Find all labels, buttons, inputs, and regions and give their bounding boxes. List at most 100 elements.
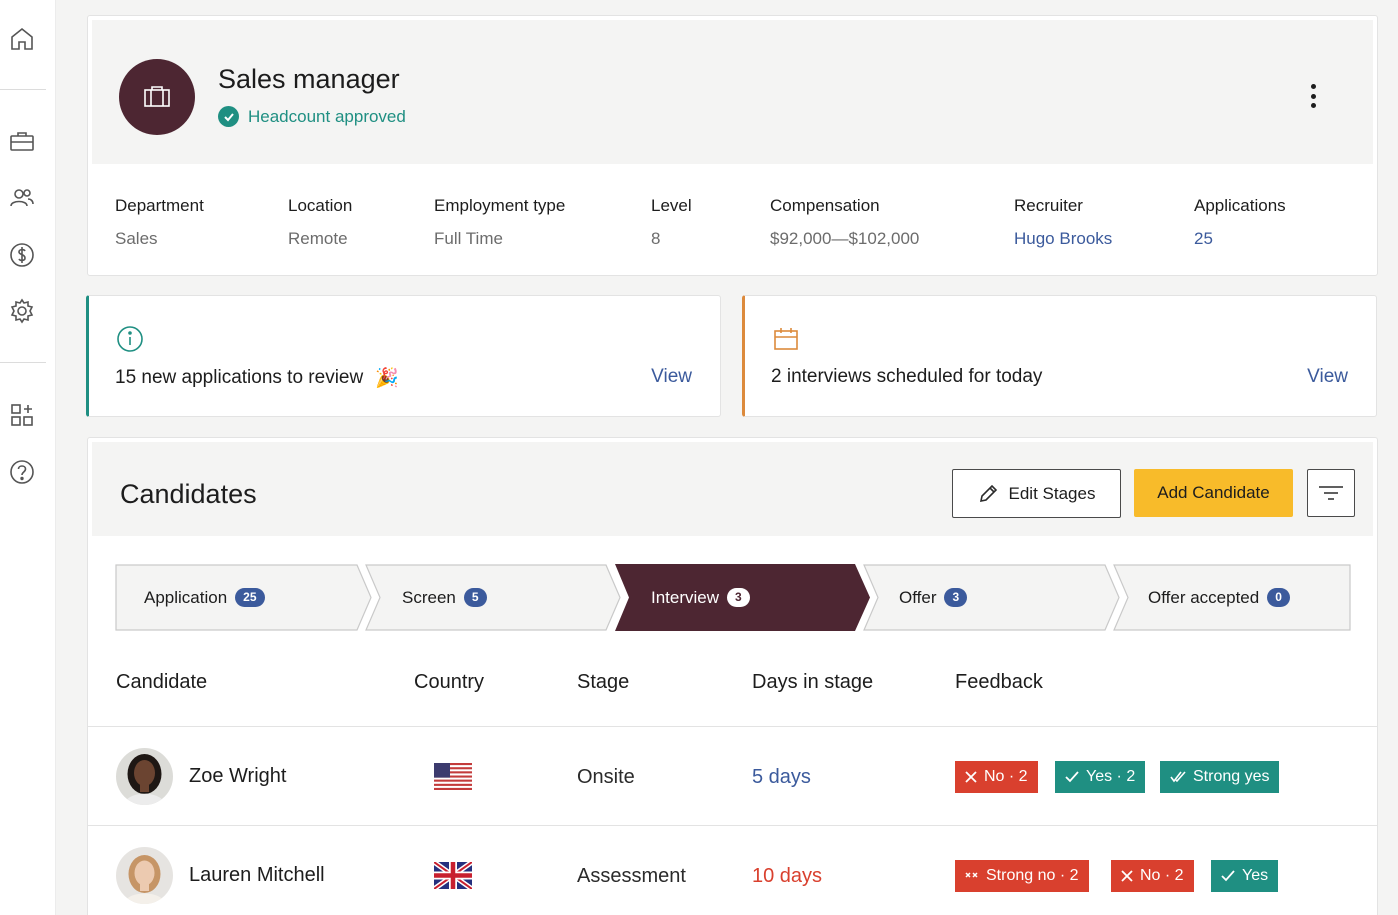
briefcase-icon xyxy=(144,86,170,107)
feedback-label: No · 2 xyxy=(1140,867,1184,884)
stage-tab-offer[interactable]: Offer 3 xyxy=(899,564,968,631)
interviews-notice: 2 interviews scheduled for today View xyxy=(742,295,1377,417)
new-applications-notice: 15 new applications to review 🎉 View xyxy=(86,295,721,417)
view-applications-link[interactable]: View xyxy=(651,366,692,388)
stage-pipeline: Application 25 Screen 5 Interview 3 Offe… xyxy=(115,564,1351,631)
recruiter-link[interactable]: Hugo Brooks xyxy=(1014,229,1112,249)
job-avatar xyxy=(119,59,195,135)
column-header-country[interactable]: Country xyxy=(414,671,484,694)
check-circle-icon xyxy=(218,106,239,127)
people-icon[interactable] xyxy=(8,184,36,212)
table-row[interactable]: Zoe Wright Onsite 5 days No · 2 Yes · 2 … xyxy=(88,726,1377,825)
more-options-icon[interactable] xyxy=(1307,82,1319,110)
briefcase-icon[interactable] xyxy=(8,128,36,156)
notice-message: 15 new applications to review xyxy=(115,367,364,388)
candidate-name[interactable]: Lauren Mitchell xyxy=(189,864,325,887)
info-icon xyxy=(117,326,143,352)
meta-value: Full Time xyxy=(434,229,503,248)
meta-value: $92,000—$102,000 xyxy=(770,229,920,248)
filter-icon xyxy=(1319,486,1343,500)
table-row[interactable]: Lauren Mitchell Assessment 10 days Stron… xyxy=(88,825,1377,915)
meta-value: 8 xyxy=(651,229,661,248)
help-icon[interactable] xyxy=(8,458,36,486)
candidate-stage: Assessment xyxy=(577,865,686,887)
feedback-badge[interactable]: Strong no · 2 xyxy=(955,860,1089,892)
calendar-icon xyxy=(774,328,798,350)
pencil-icon xyxy=(979,484,997,502)
meta-label: Applications xyxy=(1194,196,1286,215)
stage-label: Application xyxy=(144,587,228,607)
stage-tab-application[interactable]: Application 25 xyxy=(144,564,265,631)
add-candidate-button[interactable]: Add Candidate xyxy=(1134,469,1293,517)
stage-label: Screen xyxy=(402,587,456,607)
job-title: Sales manager xyxy=(218,64,400,94)
feedback-label: Strong yes xyxy=(1193,768,1270,785)
stage-tab-offer-accepted[interactable]: Offer accepted 0 xyxy=(1148,564,1290,631)
feedback-badge[interactable]: Yes xyxy=(1211,860,1279,892)
us-flag-icon xyxy=(434,763,472,790)
notice-text: 2 interviews scheduled for today xyxy=(771,366,1042,388)
feedback-badge[interactable]: Strong yes xyxy=(1160,761,1280,793)
candidates-title: Candidates xyxy=(120,479,257,509)
meta-department: Department Sales xyxy=(115,196,204,249)
filter-button[interactable] xyxy=(1307,469,1355,517)
party-popper-icon: 🎉 xyxy=(375,368,399,389)
edit-stages-button[interactable]: Edit Stages xyxy=(952,469,1121,518)
settings-icon[interactable] xyxy=(8,297,36,325)
stage-label: Interview xyxy=(651,587,720,607)
home-icon[interactable] xyxy=(8,25,36,53)
feedback-badge[interactable]: No · 2 xyxy=(1111,860,1194,892)
feedback-badge[interactable]: Yes · 2 xyxy=(1055,761,1146,793)
sidebar xyxy=(0,0,56,915)
meta-label: Level xyxy=(651,196,692,215)
apps-add-icon[interactable] xyxy=(8,401,36,429)
sidebar-divider xyxy=(0,89,46,90)
stage-label: Offer xyxy=(899,587,937,607)
meta-label: Location xyxy=(288,196,353,215)
column-header-feedback[interactable]: Feedback xyxy=(955,671,1043,694)
meta-label: Employment type xyxy=(434,196,566,215)
stage-tab-interview[interactable]: Interview 3 xyxy=(651,564,750,631)
column-header-stage[interactable]: Stage xyxy=(577,671,629,694)
meta-value: Remote xyxy=(288,229,348,248)
feedback-label: Yes · 2 xyxy=(1086,768,1136,785)
double-check-icon xyxy=(1170,771,1186,783)
dollar-icon[interactable] xyxy=(8,241,36,269)
stage-count-badge: 25 xyxy=(235,588,265,607)
applications-link[interactable]: 25 xyxy=(1194,229,1286,249)
meta-compensation: Compensation $92,000—$102,000 xyxy=(770,196,919,249)
column-header-candidate[interactable]: Candidate xyxy=(116,671,207,694)
feedback-label: Strong no · 2 xyxy=(986,867,1079,884)
feedback-label: Yes xyxy=(1242,867,1269,884)
candidate-name[interactable]: Zoe Wright xyxy=(189,765,286,788)
stage-count-badge: 3 xyxy=(944,588,968,607)
job-header-top: Sales manager Headcount approved xyxy=(92,20,1373,164)
stage-label: Offer accepted xyxy=(1148,587,1260,607)
job-status: Headcount approved xyxy=(218,106,406,127)
meta-label: Department xyxy=(115,196,204,215)
view-interviews-link[interactable]: View xyxy=(1307,366,1348,388)
double-x-icon xyxy=(965,872,978,878)
notice-message: 2 interviews scheduled for today xyxy=(771,366,1043,387)
candidate-stage: Onsite xyxy=(577,766,635,788)
job-status-label: Headcount approved xyxy=(248,106,406,126)
stage-count-badge: 0 xyxy=(1267,588,1290,607)
candidates-card: Candidates Edit Stages Add Candidate App… xyxy=(87,437,1378,915)
uk-flag-icon xyxy=(434,862,472,889)
stage-tab-screen[interactable]: Screen 5 xyxy=(402,564,487,631)
meta-label: Recruiter xyxy=(1014,196,1083,215)
edit-stages-label: Edit Stages xyxy=(1008,483,1096,503)
days-in-stage: 10 days xyxy=(752,865,823,887)
days-in-stage: 5 days xyxy=(752,766,811,788)
meta-level: Level 8 xyxy=(651,196,692,249)
feedback-badge[interactable]: No · 2 xyxy=(955,761,1038,793)
meta-recruiter: Recruiter Hugo Brooks xyxy=(1014,196,1112,249)
meta-value: Sales xyxy=(115,229,158,248)
check-icon xyxy=(1221,870,1235,882)
meta-applications: Applications 25 xyxy=(1194,196,1286,249)
meta-employment-type: Employment type Full Time xyxy=(434,196,565,249)
candidates-header: Candidates Edit Stages Add Candidate xyxy=(92,442,1373,536)
x-icon xyxy=(1121,870,1133,882)
column-header-days-in-stage[interactable]: Days in stage xyxy=(752,671,873,694)
avatar xyxy=(116,748,173,805)
